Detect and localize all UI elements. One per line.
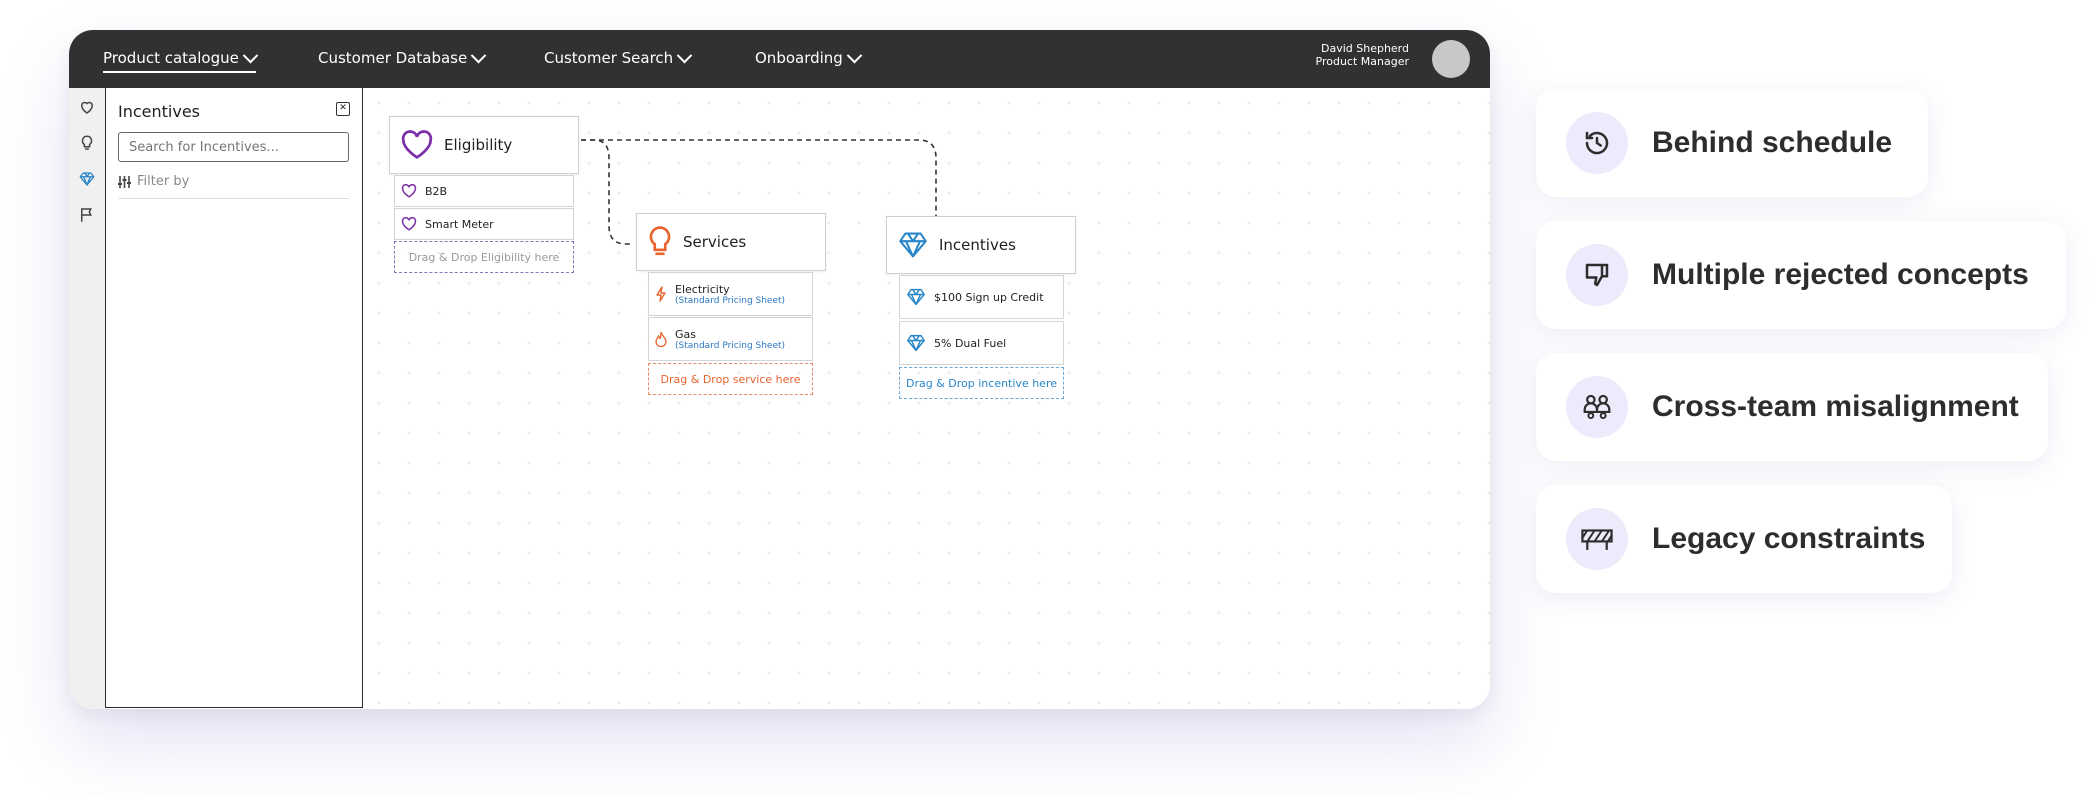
item-label: Gas (675, 327, 696, 341)
eligibility-drop-zone[interactable]: Drag & Drop Eligibility here (394, 241, 574, 273)
lightning-icon (656, 286, 666, 302)
incentives-drop-zone[interactable]: Drag & Drop incentive here (899, 367, 1064, 399)
nav-customer-search[interactable]: Customer Search (544, 47, 693, 69)
nav-onboarding[interactable]: Onboarding (755, 47, 863, 69)
user-name: David Shepherd (1320, 42, 1409, 55)
builder-canvas[interactable]: Eligibility B2B Smart Meter Drag & Drop … (364, 88, 1490, 709)
issue-label: Legacy constraints (1652, 522, 1926, 555)
issue-label: Behind schedule (1652, 126, 1893, 159)
node-title: Services (683, 233, 747, 251)
services-drop-zone[interactable]: Drag & Drop service here (648, 363, 813, 395)
heart-icon (401, 184, 417, 198)
close-icon[interactable]: ✕ (336, 102, 350, 116)
sliders-icon (118, 175, 131, 188)
heart-icon (401, 217, 417, 231)
nav-label: Product catalogue (103, 49, 239, 67)
nav-label: Customer Database (318, 49, 468, 67)
app-window: Product catalogue Customer Database Cust… (69, 30, 1490, 709)
item-sublabel: (Standard Pricing Sheet) (675, 340, 786, 351)
node-title: Eligibility (444, 136, 513, 154)
drop-label: Drag & Drop service here (660, 372, 801, 386)
item-sublabel: (Standard Pricing Sheet) (675, 295, 786, 306)
chevron-down-icon (846, 47, 863, 63)
diamond-icon[interactable] (78, 170, 96, 188)
filter-label: Filter by (137, 174, 190, 189)
item-label: B2B (425, 184, 448, 198)
heart-icon (401, 130, 433, 159)
lightbulb-icon (649, 226, 671, 256)
user-info: David Shepherd Product Manager (1316, 42, 1409, 68)
filter-button[interactable]: Filter by (118, 174, 349, 199)
flag-icon[interactable] (78, 206, 96, 224)
chevron-down-icon (242, 47, 259, 63)
item-label: Electricity (675, 282, 730, 296)
issue-card-legacy-constraints: Legacy constraints (1536, 485, 1952, 593)
nav-customer-database[interactable]: Customer Database (318, 47, 487, 69)
nav-label: Customer Search (544, 49, 674, 67)
icon-rail (69, 88, 105, 709)
incentives-panel: Incentives ✕ Filter by (105, 88, 363, 708)
issue-label: Multiple rejected concepts (1652, 258, 2029, 291)
issue-card-misalignment: Cross-team misalignment (1536, 353, 2048, 461)
item-label: $100 Sign up Credit (934, 290, 1044, 304)
history-icon (1566, 112, 1628, 174)
issue-card-rejected-concepts: Multiple rejected concepts (1536, 221, 2066, 329)
issue-label: Cross-team misalignment (1652, 390, 2019, 423)
flame-icon (655, 331, 667, 347)
thumbs-down-icon (1566, 244, 1628, 306)
list-item[interactable]: Electricity (Standard Pricing Sheet) (648, 272, 813, 316)
drop-label: Drag & Drop incentive here (906, 376, 1057, 390)
search-input[interactable] (118, 132, 349, 162)
list-item[interactable]: 5% Dual Fuel (899, 321, 1064, 365)
panel-title: Incentives (118, 102, 201, 121)
node-title: Incentives (939, 236, 1016, 254)
lightbulb-icon[interactable] (78, 134, 96, 152)
user-role: Product Manager (1315, 55, 1409, 68)
heart-icon[interactable] (78, 98, 96, 116)
chevron-down-icon (676, 47, 693, 63)
drop-label: Drag & Drop Eligibility here (408, 250, 560, 264)
diamond-icon (899, 232, 927, 258)
diamond-icon (907, 288, 925, 306)
barrier-icon (1566, 508, 1628, 570)
services-node[interactable]: Services (636, 213, 826, 271)
item-label: Smart Meter (425, 217, 494, 231)
incentives-node[interactable]: Incentives (886, 216, 1076, 274)
nav-product-catalogue[interactable]: Product catalogue (103, 47, 259, 73)
issue-card-behind-schedule: Behind schedule (1536, 89, 1928, 197)
team-icon (1566, 376, 1628, 438)
list-item[interactable]: B2B (394, 175, 574, 207)
item-label: 5% Dual Fuel (934, 336, 1007, 350)
nav-label: Onboarding (755, 49, 843, 67)
eligibility-node[interactable]: Eligibility (389, 116, 579, 174)
diamond-icon (907, 334, 925, 352)
list-item[interactable]: $100 Sign up Credit (899, 275, 1064, 319)
top-navbar: Product catalogue Customer Database Cust… (69, 30, 1490, 88)
avatar[interactable] (1432, 40, 1470, 78)
chevron-down-icon (470, 47, 487, 63)
list-item[interactable]: Smart Meter (394, 208, 574, 240)
list-item[interactable]: Gas (Standard Pricing Sheet) (648, 317, 813, 361)
